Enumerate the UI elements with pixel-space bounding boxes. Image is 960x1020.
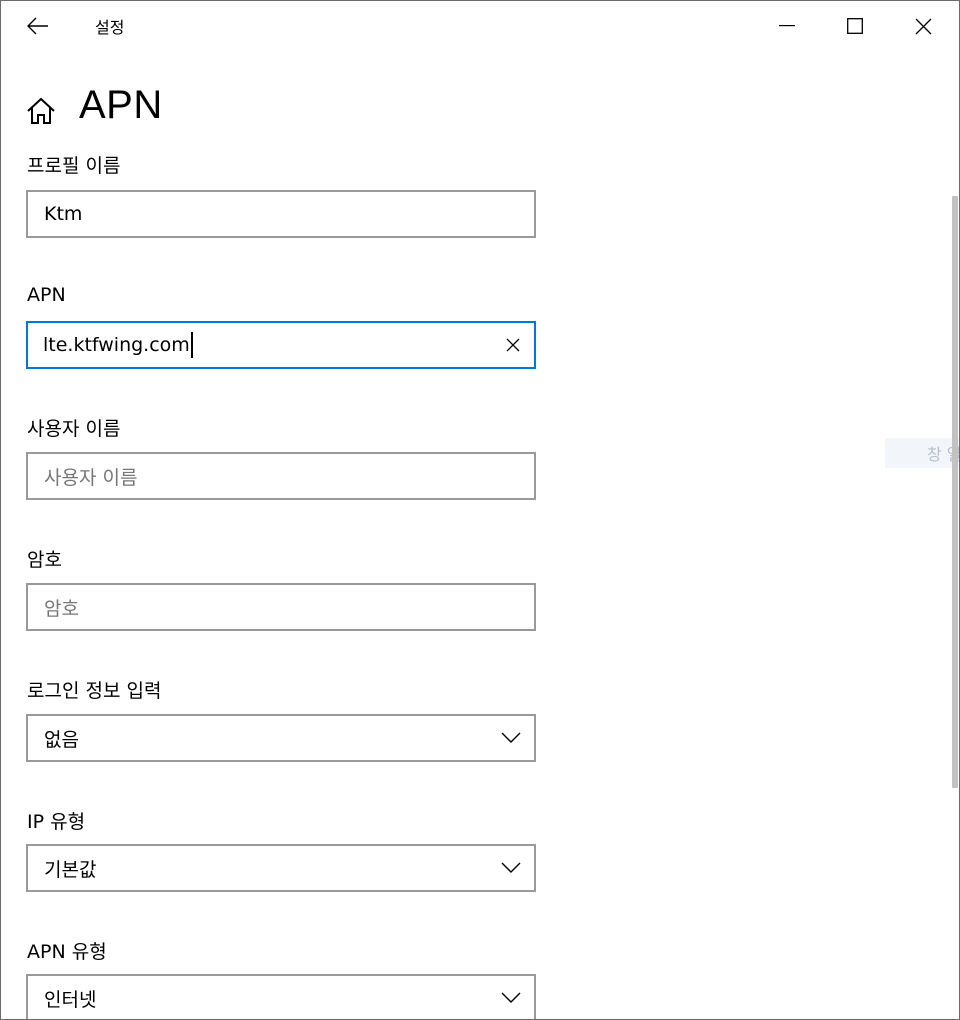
ip-type-selected: 기본값 [44,858,97,881]
text-caret [190,332,193,358]
username-placeholder: 사용자 이름 [44,466,138,489]
ip-type-label: IP 유형 [27,811,86,833]
password-field[interactable]: 암호 [26,583,536,631]
clear-button[interactable] [500,332,526,358]
back-arrow-icon [27,17,48,35]
minimize-button[interactable] [753,1,821,51]
login-info-dropdown[interactable]: 없음 [26,714,536,762]
minimize-icon [779,25,795,27]
apn-field[interactable]: lte.ktfwing.com [26,321,536,369]
username-label: 사용자 이름 [27,418,121,440]
apn-value: lte.ktfwing.com [43,334,190,356]
apn-type-dropdown[interactable]: 인터넷 [26,974,536,1019]
ip-type-dropdown[interactable]: 기본값 [26,844,536,892]
maximize-icon [847,18,863,34]
side-hint-tooltip: 창 열 [885,438,959,468]
apn-label: APN [27,284,66,306]
login-info-label: 로그인 정보 입력 [27,680,162,702]
close-icon [915,18,931,34]
apn-type-label: APN 유형 [27,941,107,963]
apn-type-selected: 인터넷 [44,988,97,1011]
maximize-button[interactable] [821,1,889,51]
back-button[interactable] [15,5,61,47]
settings-window: 설정 APN 프로필 이름 Ktm APN lte.ktfwing.com 사용… [0,0,960,1020]
chevron-down-icon [500,859,522,877]
page-title: APN [79,83,163,127]
close-button[interactable] [889,1,957,51]
home-icon [27,97,55,124]
app-title: 설정 [95,18,125,37]
title-bar: 설정 [1,1,959,51]
username-field[interactable]: 사용자 이름 [26,452,536,500]
chevron-down-icon [500,989,522,1007]
profile-name-label: 프로필 이름 [27,155,121,177]
chevron-down-icon [500,729,522,747]
login-info-selected: 없음 [44,728,79,751]
vertical-scrollbar[interactable] [952,196,958,788]
profile-name-field[interactable]: Ktm [26,190,536,238]
profile-name-value: Ktm [44,203,83,225]
password-label: 암호 [27,549,62,571]
password-placeholder: 암호 [44,597,79,620]
clear-x-icon [506,338,520,352]
home-button[interactable] [23,93,59,129]
